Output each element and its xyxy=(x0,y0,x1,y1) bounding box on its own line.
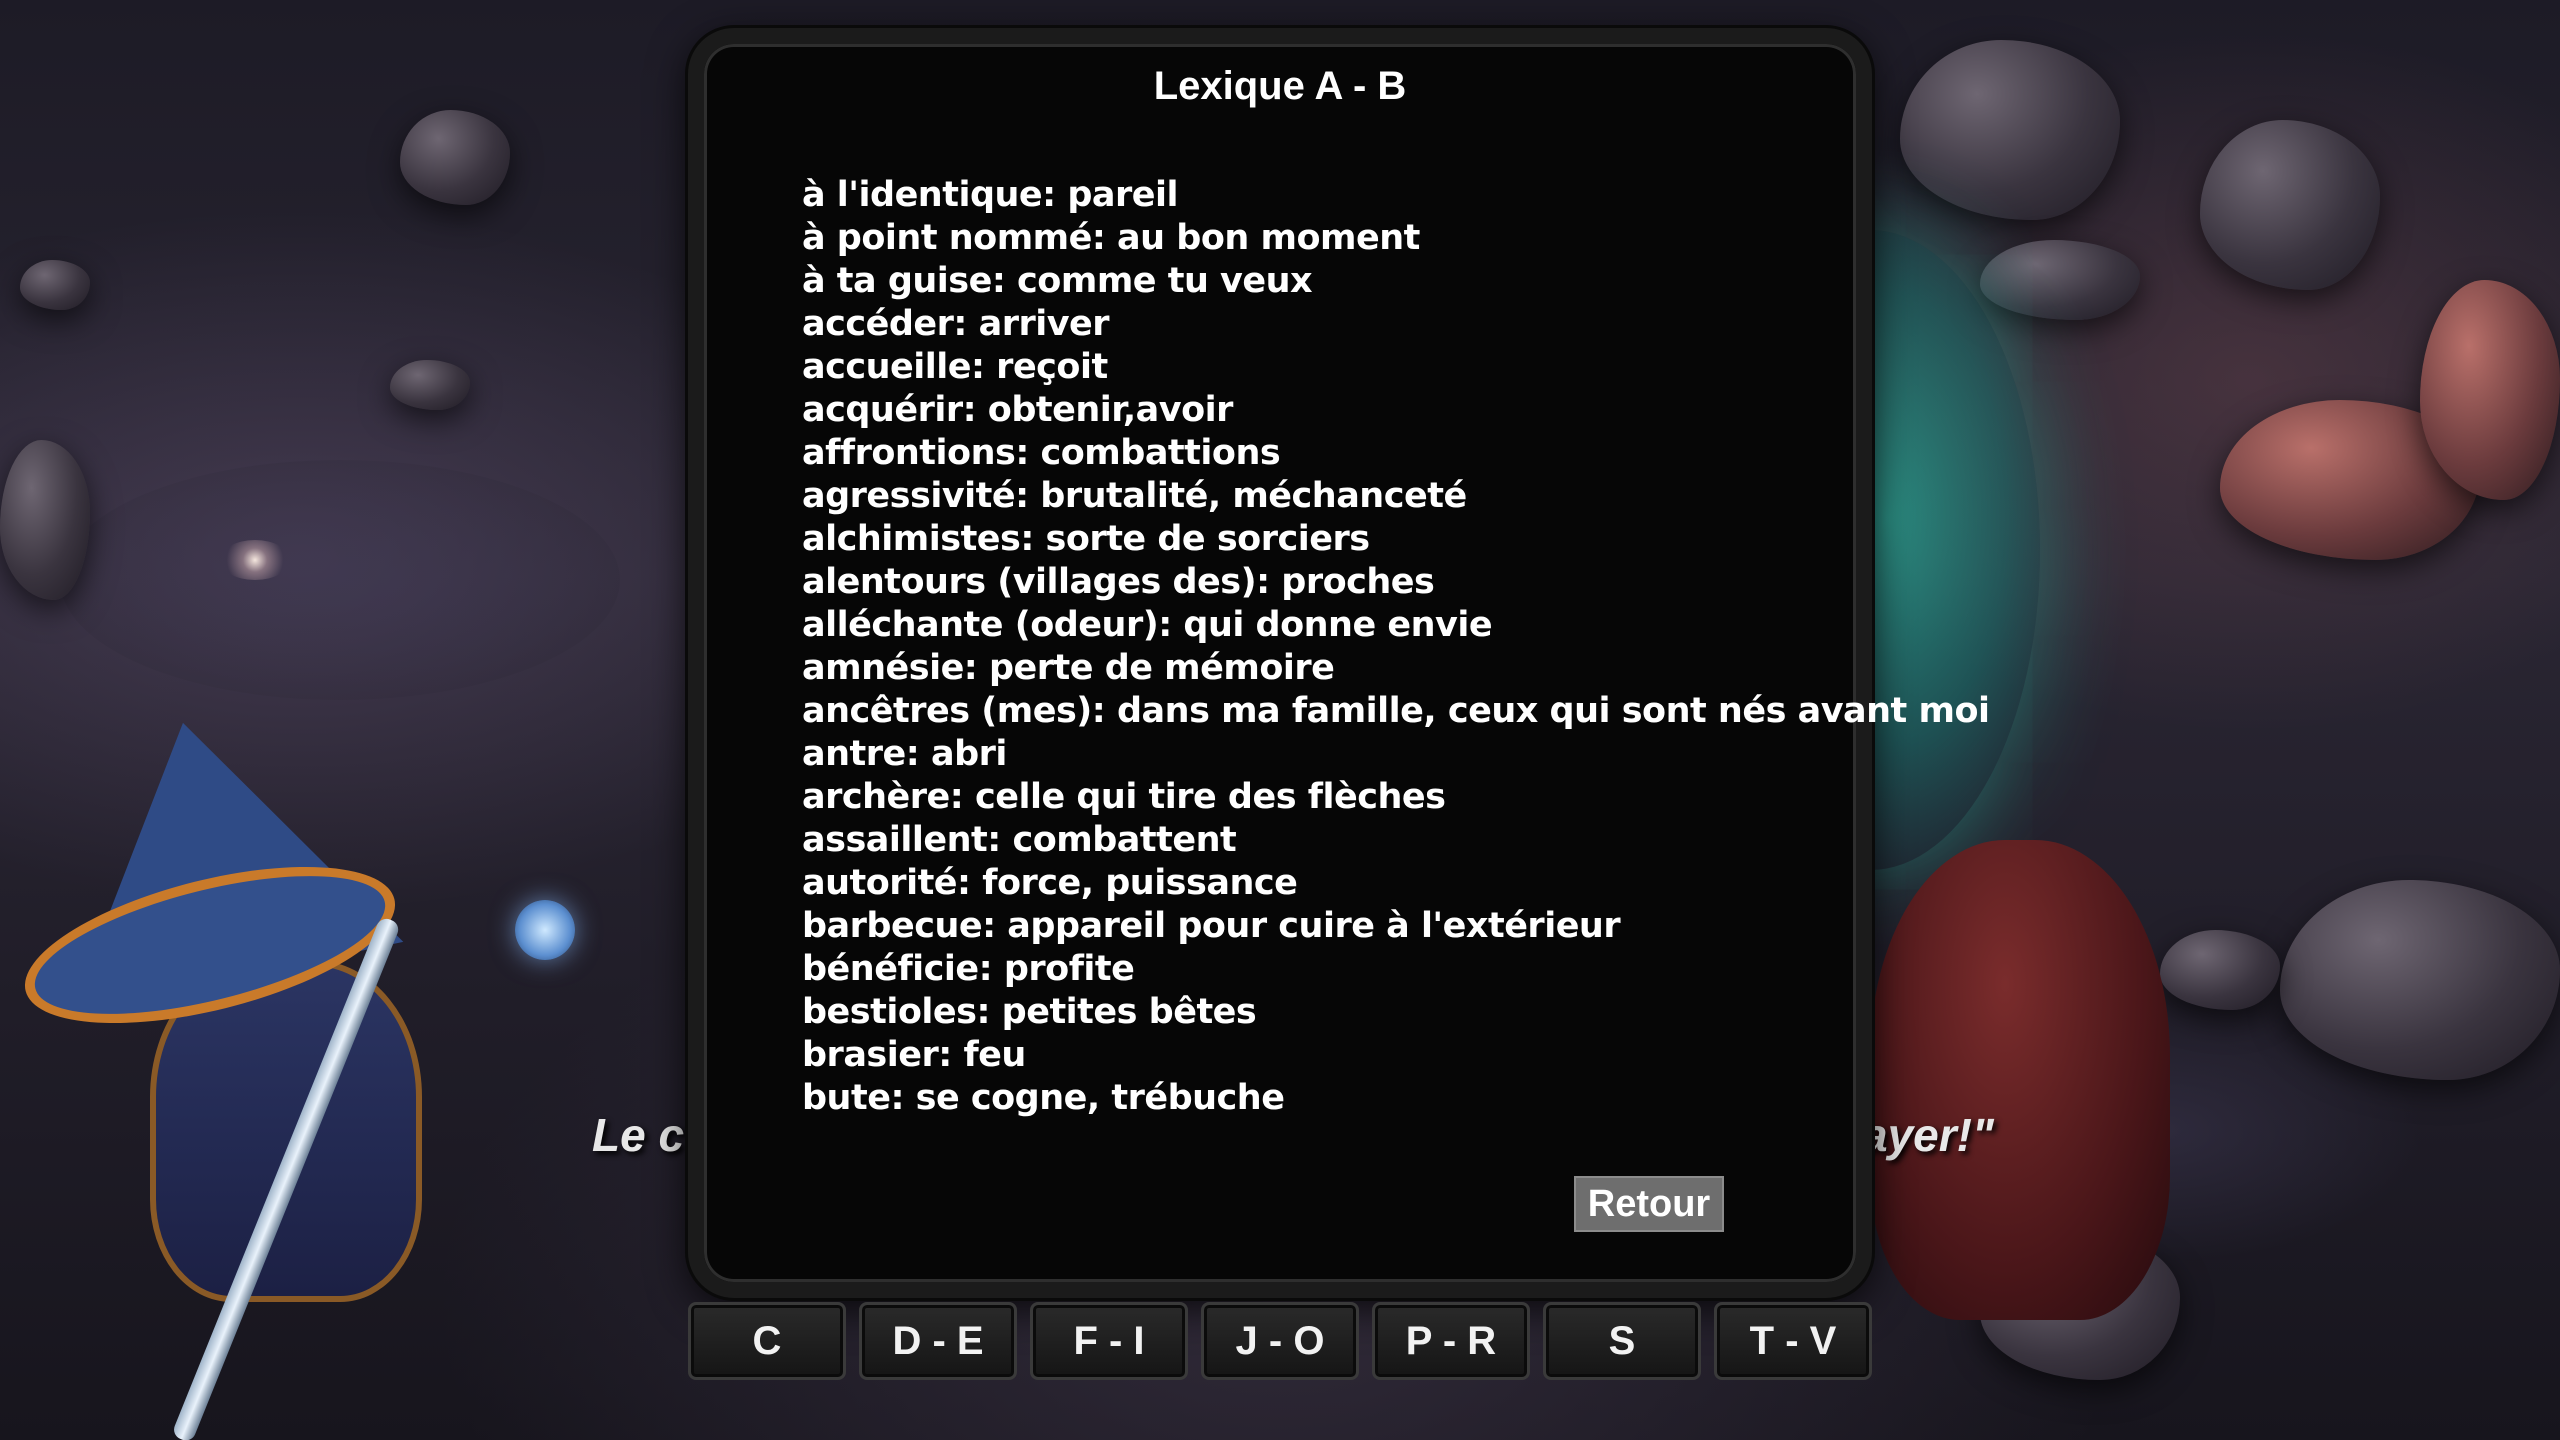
tab-s[interactable]: S xyxy=(1543,1302,1701,1380)
lexique-entry: affrontions: combattions xyxy=(802,433,1281,473)
panel-title: Lexique A - B xyxy=(1153,64,1407,108)
staff-orb xyxy=(515,900,575,960)
rock xyxy=(2420,280,2560,500)
tab-p-r[interactable]: P - R xyxy=(1372,1302,1530,1380)
lexique-entry-list: à l'identique: pareil à point nommé: au … xyxy=(802,174,1990,1120)
lexique-entry: accueille: reçoit xyxy=(802,347,1108,387)
letter-tabs: C D - E F - I J - O P - R S T - V xyxy=(688,1302,1872,1382)
tab-f-i[interactable]: F - I xyxy=(1030,1302,1188,1380)
tab-t-v[interactable]: T - V xyxy=(1714,1302,1872,1380)
lexique-panel: Lexique A - B à l'identique: pareil à po… xyxy=(688,28,1990,1298)
lexique-entry: bestioles: petites bêtes xyxy=(802,992,1257,1032)
lexique-entry: acquérir: obtenir,avoir xyxy=(802,390,1233,430)
rock xyxy=(400,110,510,205)
dialogue-subtitle-left: Le c xyxy=(592,1109,685,1161)
lexique-entry: à point nommé: au bon moment xyxy=(802,218,1420,258)
lexique-entry: accéder: arriver xyxy=(802,304,1110,344)
lexique-entry: autorité: force, puissance xyxy=(802,863,1298,903)
rock xyxy=(0,440,90,600)
tab-d-e[interactable]: D - E xyxy=(859,1302,1017,1380)
tab-j-o[interactable]: J - O xyxy=(1201,1302,1359,1380)
rock xyxy=(1980,240,2140,320)
rock xyxy=(2280,880,2560,1080)
lexique-entry: à ta guise: comme tu veux xyxy=(802,261,1313,301)
lexique-entry: bute: se cogne, trébuche xyxy=(802,1078,1285,1118)
lexique-entry: bénéficie: profite xyxy=(802,949,1135,989)
rock xyxy=(2200,120,2380,290)
lexique-entry: barbecue: appareil pour cuire à l'extéri… xyxy=(802,906,1621,946)
lexique-entry: brasier: feu xyxy=(802,1035,1026,1075)
rock xyxy=(2160,930,2280,1010)
lexique-entry: alléchante (odeur): qui donne envie xyxy=(802,605,1493,645)
rock xyxy=(390,360,470,410)
lexique-entry: amnésie: perte de mémoire xyxy=(802,648,1335,688)
retour-button[interactable]: Retour xyxy=(1574,1176,1724,1232)
rock xyxy=(20,260,90,310)
lexique-entry: agressivité: brutalité, méchanceté xyxy=(802,476,1467,516)
lexique-entry: ancêtres (mes): dans ma famille, ceux qu… xyxy=(802,691,1990,731)
lexique-entry: antre: abri xyxy=(802,734,1007,774)
lexique-entry: à l'identique: pareil xyxy=(802,175,1179,215)
light-reflection xyxy=(220,540,290,580)
lexique-entry: alchimistes: sorte de sorciers xyxy=(802,519,1370,559)
lexique-entry: assaillent: combattent xyxy=(802,820,1237,860)
lexique-entry: archère: celle qui tire des flèches xyxy=(802,777,1446,817)
lexique-entry: alentours (villages des): proches xyxy=(802,562,1435,602)
puddle xyxy=(60,460,620,700)
tab-c[interactable]: C xyxy=(688,1302,846,1380)
